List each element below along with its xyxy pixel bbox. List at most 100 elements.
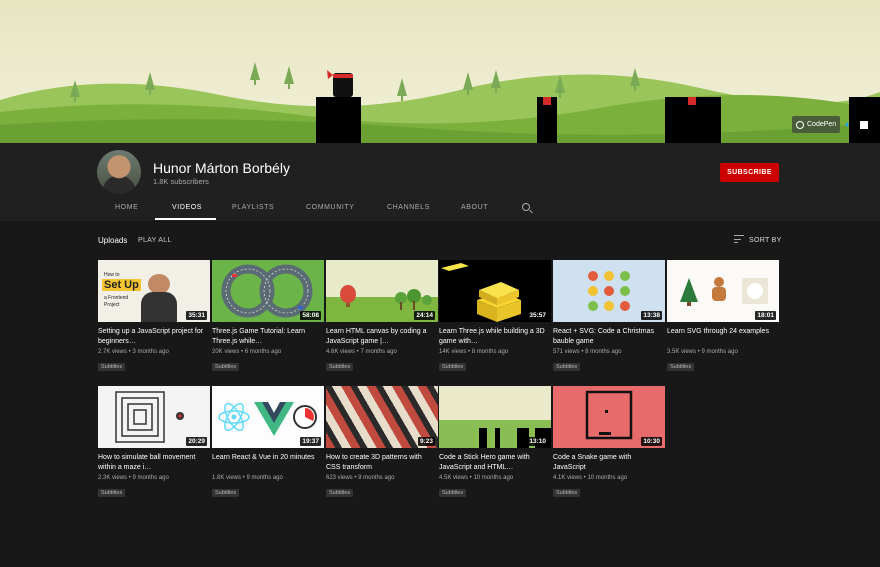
video-card[interactable]: 58:08 Three.js Game Tutorial: Learn Thre… (212, 260, 324, 373)
subtitles-badge: Subtitles (326, 489, 354, 497)
video-title[interactable]: Code a Stick Hero game with JavaScript a… (439, 453, 551, 473)
tab-about[interactable]: ABOUT (461, 204, 488, 211)
video-card[interactable]: 9:23 How to create 3D patterns with CSS … (326, 386, 438, 499)
video-title[interactable]: Learn HTML canvas by coding a JavaScript… (326, 327, 438, 347)
twitter-icon[interactable]: ♦ (845, 120, 849, 129)
video-card[interactable]: 10:30 Code a Snake game with JavaScript … (553, 386, 665, 499)
channel-name: Hunor Márton Borbély (153, 160, 290, 176)
view-count: 4.5K views (439, 475, 469, 481)
codepen-label: CodePen (807, 121, 837, 128)
video-meta: 20K views • 6 months ago (212, 349, 282, 355)
video-duration: 58:08 (300, 311, 321, 320)
video-duration: 9:23 (417, 437, 435, 446)
video-card[interactable]: 35:57 Learn Three.js while building a 3D… (439, 260, 551, 373)
tab-channels[interactable]: CHANNELS (387, 204, 430, 211)
video-title[interactable]: React + SVG: Code a Christmas bauble gam… (553, 327, 665, 347)
subtitles-badge: Subtitles (553, 489, 581, 497)
video-duration: 35:57 (527, 311, 548, 320)
active-tab-indicator (155, 218, 216, 220)
video-title[interactable]: Code a Snake game with JavaScript (553, 453, 665, 473)
subtitles-badge: Subtitles (439, 363, 467, 371)
video-thumbnail[interactable]: 10:30 (553, 386, 665, 448)
thumb-text: Set Up (102, 279, 141, 291)
video-thumbnail[interactable]: 18:01 (667, 260, 779, 322)
video-duration: 18:01 (755, 311, 776, 320)
view-count: 2.7K views (98, 349, 128, 355)
presenter-head (148, 274, 170, 294)
upload-age: 8 months ago (585, 349, 622, 355)
upload-age: 9 months ago (701, 349, 738, 355)
video-duration: 24:14 (414, 311, 435, 320)
thumb-text: How to (104, 272, 120, 278)
thumb-text: Project (104, 302, 120, 308)
video-card[interactable]: 19:37 Learn React & Vue in 20 minutes 1.… (212, 386, 324, 499)
subscriber-count: 1.8K subscribers (153, 177, 209, 186)
view-count: 14K views (439, 349, 467, 355)
video-thumbnail[interactable]: 20:29 (98, 386, 210, 448)
video-meta: 1.8K views • 9 months ago (212, 475, 283, 481)
play-all-button[interactable]: PLAY ALL (138, 237, 172, 244)
codepen-icon (796, 120, 804, 129)
view-count: 4.6K views (326, 349, 356, 355)
video-title[interactable]: How to create 3D patterns with CSS trans… (326, 453, 438, 473)
video-thumbnail[interactable]: 58:08 (212, 260, 324, 322)
video-title[interactable]: Learn React & Vue in 20 minutes (212, 453, 324, 473)
channel-banner (0, 0, 880, 143)
subtitles-badge: Subtitles (667, 363, 695, 371)
video-card[interactable]: 20:29 How to simulate ball movement with… (98, 386, 210, 499)
tab-videos[interactable]: VIDEOS (172, 204, 202, 211)
video-title[interactable]: How to simulate ball movement within a m… (98, 453, 210, 473)
video-duration: 35:31 (186, 311, 207, 320)
view-count: 3.5K views (667, 349, 697, 355)
view-count: 2.3K views (98, 475, 128, 481)
codepen-link[interactable]: CodePen (792, 116, 840, 133)
video-card[interactable]: How to Set Up a Frontend Project 35:31 S… (98, 260, 210, 373)
avatar[interactable] (97, 150, 141, 194)
video-card[interactable]: 24:14 Learn HTML canvas by coding a Java… (326, 260, 438, 373)
upload-age: 8 months ago (471, 349, 509, 355)
video-duration: 10:30 (641, 437, 662, 446)
search-icon[interactable] (522, 203, 530, 211)
upload-age: 9 months ago (358, 475, 395, 481)
subtitles-badge: Subtitles (212, 489, 240, 497)
video-card[interactable]: 13:38 React + SVG: Code a Christmas baub… (553, 260, 665, 373)
tab-playlists[interactable]: PLAYLISTS (232, 204, 274, 211)
subtitles-badge: Subtitles (553, 363, 581, 371)
view-count: 571 views (553, 349, 580, 355)
tab-home[interactable]: HOME (115, 204, 138, 211)
video-card[interactable]: 18:01 Learn SVG through 24 examples 3.5K… (667, 260, 779, 373)
subtitles-badge: Subtitles (98, 489, 126, 497)
upload-age: 10 months ago (473, 475, 514, 481)
video-title[interactable]: Learn SVG through 24 examples (667, 327, 779, 347)
video-thumbnail[interactable]: 35:57 (439, 260, 551, 322)
view-count: 20K views (212, 349, 240, 355)
presenter-body (141, 292, 177, 322)
video-title[interactable]: Setting up a JavaScript project for begi… (98, 327, 210, 347)
video-thumbnail[interactable]: 13:38 (553, 260, 665, 322)
sort-icon[interactable] (734, 235, 744, 244)
video-thumbnail[interactable]: How to Set Up a Frontend Project 35:31 (98, 260, 210, 322)
video-meta: 3.5K views • 9 months ago (667, 349, 738, 355)
view-count: 1.8K views (212, 475, 242, 481)
website-icon[interactable] (860, 121, 868, 129)
video-thumbnail[interactable]: 13:10 (439, 386, 551, 448)
video-title[interactable]: Learn Three.js while building a 3D game … (439, 327, 551, 347)
video-meta: 14K views • 8 months ago (439, 349, 509, 355)
view-count: 623 views (326, 475, 353, 481)
thumb-text: a Frontend (104, 295, 129, 301)
subscribe-button[interactable]: SUBSCRIBE (720, 163, 779, 182)
upload-age: 9 months ago (132, 475, 169, 481)
video-meta: 2.3K views • 9 months ago (98, 475, 169, 481)
video-thumbnail[interactable]: 24:14 (326, 260, 438, 322)
video-card[interactable]: 13:10 Code a Stick Hero game with JavaSc… (439, 386, 551, 499)
video-thumbnail[interactable]: 9:23 (326, 386, 438, 448)
video-duration: 20:29 (186, 437, 207, 446)
sort-by-button[interactable]: SORT BY (749, 237, 782, 244)
upload-age: 10 months ago (587, 475, 628, 481)
tab-community[interactable]: COMMUNITY (306, 204, 355, 211)
section-title: Uploads (98, 236, 128, 245)
video-thumbnail[interactable]: 19:37 (212, 386, 324, 448)
subtitles-badge: Subtitles (212, 363, 240, 371)
video-duration: 19:37 (300, 437, 321, 446)
video-title[interactable]: Three.js Game Tutorial: Learn Three.js w… (212, 327, 324, 347)
